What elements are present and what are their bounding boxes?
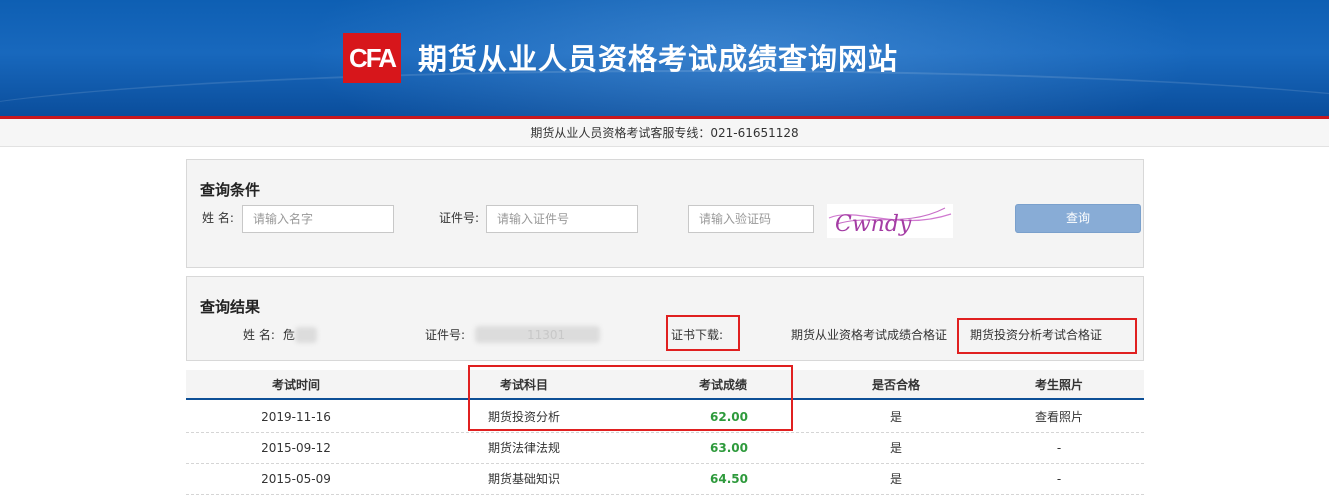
name-label: 姓 名: (202, 211, 234, 225)
photo-placeholder: - (1056, 441, 1062, 455)
exam-passed: 是 (889, 472, 902, 486)
cfa-logo: CFA (343, 33, 401, 83)
header-photo: 考生照片 (1034, 378, 1083, 392)
query-button[interactable]: 查询 (1015, 204, 1141, 233)
name-input[interactable] (242, 205, 394, 233)
captcha-text: Cwndy (835, 212, 912, 237)
photo-placeholder: - (1056, 472, 1062, 486)
header-exam-date: 考试时间 (271, 378, 320, 392)
result-id-value: 11301 (527, 328, 566, 342)
id-label: 证件号: (439, 211, 480, 225)
name-redaction (295, 327, 317, 343)
annotation-box-cert-link (957, 318, 1137, 354)
annotation-box-score (468, 365, 793, 431)
table-row: 2015-05-09 期货基础知识 64.50 是 - (186, 464, 1144, 495)
annotation-box-cert-download (666, 315, 740, 351)
captcha-image[interactable]: Cwndy (827, 204, 953, 238)
table-row: 2015-09-12 期货法律法规 63.00 是 - (186, 433, 1144, 464)
result-panel-title: 查询结果 (200, 298, 261, 316)
site-title: 期货从业人员资格考试成绩查询网站 (418, 42, 899, 76)
exam-subject: 期货法律法规 (487, 441, 560, 455)
exam-date: 2015-09-12 (261, 441, 331, 455)
exam-date: 2015-05-09 (261, 472, 331, 486)
cert-link-qualification[interactable]: 期货从业资格考试成绩合格证 (791, 325, 947, 345)
result-name-value: 危 (283, 328, 296, 342)
captcha-input[interactable] (688, 205, 814, 233)
exam-subject: 期货基础知识 (487, 472, 560, 486)
exam-passed: 是 (889, 410, 902, 424)
hotline-bar: 期货从业人员资格考试客服专线：021-61651128 (0, 119, 1329, 147)
exam-score: 63.00 (710, 441, 748, 455)
id-number-input[interactable] (486, 205, 638, 233)
result-id-label: 证件号: (425, 328, 466, 342)
exam-score: 64.50 (710, 472, 748, 486)
query-conditions-panel: 查询条件 姓 名: 证件号: Cwndy 查询 (186, 159, 1144, 268)
view-photo-link[interactable]: 查看照片 (994, 402, 1124, 433)
result-name-label: 姓 名: (243, 328, 275, 342)
hotline-text: 期货从业人员资格考试客服专线：021-61651128 (530, 126, 799, 140)
exam-passed: 是 (889, 441, 902, 455)
exam-date: 2019-11-16 (261, 410, 331, 424)
header-passed: 是否合格 (871, 378, 920, 392)
query-panel-title: 查询条件 (200, 181, 261, 199)
